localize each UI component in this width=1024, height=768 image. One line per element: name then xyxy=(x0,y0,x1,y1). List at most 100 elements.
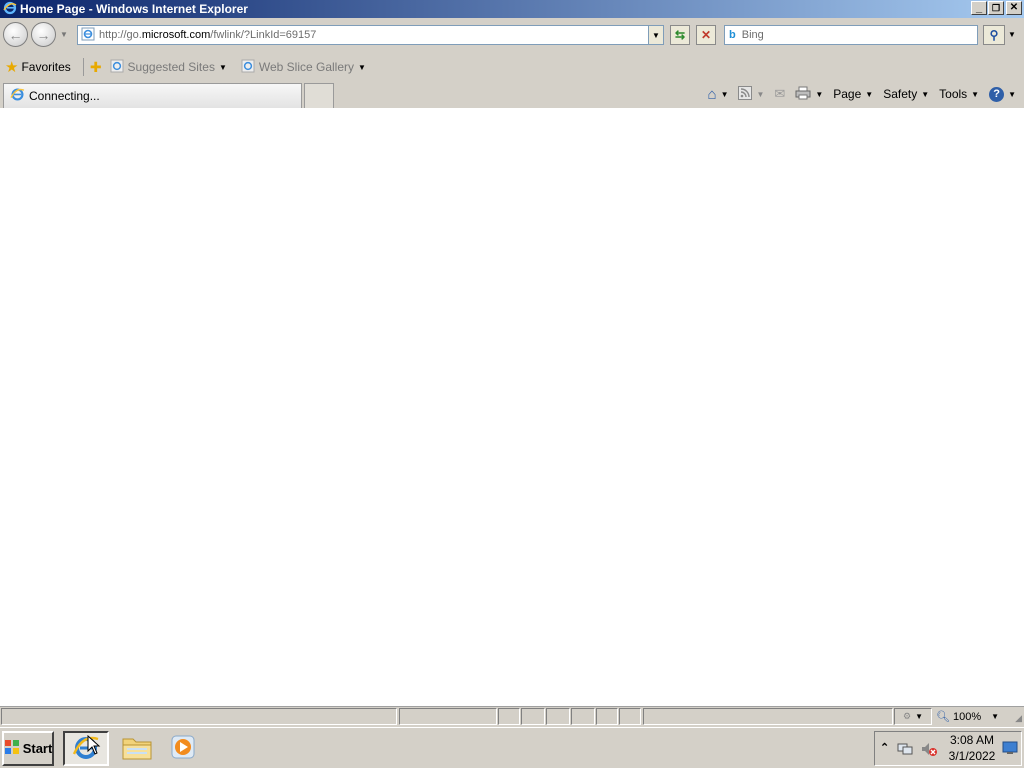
clock-time: 3:08 AM xyxy=(949,733,995,747)
tools-menu-button[interactable]: Tools ▼ xyxy=(939,87,979,101)
taskbar-windows-explorer[interactable] xyxy=(114,731,160,766)
ie-tab-icon xyxy=(10,87,25,105)
address-toolbar: ← → ▼ http://go.microsoft.com/fwlink/?Li… xyxy=(0,18,1024,54)
chevron-down-icon: ▼ xyxy=(971,89,980,99)
show-hidden-icons-button[interactable]: ⌃ xyxy=(880,741,889,754)
protected-mode-button[interactable]: ⚙ ▼ xyxy=(894,708,932,725)
url-domain: microsoft.com xyxy=(141,29,211,41)
chevron-down-icon: ▼ xyxy=(921,89,930,99)
favorites-label: Favorites xyxy=(21,60,71,74)
folder-icon xyxy=(121,733,153,764)
clock-date: 3/1/2022 xyxy=(948,749,996,763)
page-content-area[interactable] xyxy=(0,108,1024,706)
favorites-bar: ★ Favorites ✚ Suggested Sites ▼ Web Slic… xyxy=(0,54,1024,80)
stop-button[interactable]: ✕ xyxy=(696,25,716,45)
mail-icon: ✉ xyxy=(774,86,786,101)
address-dropdown-button[interactable]: ▼ xyxy=(648,26,663,44)
taskbar: Start ⌃ 3:08 AM 3/1/2022 xyxy=(0,727,1024,768)
status-pane xyxy=(619,708,641,725)
tools-menu-label: Tools xyxy=(939,87,968,101)
start-button[interactable]: Start xyxy=(2,731,54,766)
url-suffix: /fwlink/?LinkId=69157 xyxy=(210,29,317,41)
stop-icon: ✕ xyxy=(700,28,712,42)
chevron-down-icon: ▼ xyxy=(720,89,729,99)
magnifier-icon: ⚲ xyxy=(989,28,999,42)
add-favorite-star-icon: ✚ xyxy=(89,58,102,75)
mouse-cursor-icon xyxy=(87,734,101,758)
recent-pages-dropdown[interactable]: ▼ xyxy=(60,30,68,39)
ie-logo-icon xyxy=(3,1,17,18)
rss-feed-icon xyxy=(738,85,753,103)
chevron-down-icon: ▼ xyxy=(915,712,923,721)
browser-window: Home Page - Windows Internet Explorer _ … xyxy=(0,0,1024,727)
back-arrow-icon: ← xyxy=(8,26,23,43)
status-bar: ⚙ ▼ 🔍︎ 100% ▼ ◢ xyxy=(0,706,1024,725)
resize-grip[interactable]: ◢ xyxy=(1015,713,1022,724)
page-menu-label: Page xyxy=(833,87,862,101)
zoom-level: 100% xyxy=(952,710,982,723)
page-menu-button[interactable]: Page ▼ xyxy=(833,87,873,101)
close-button[interactable]: ✕ xyxy=(1006,1,1022,15)
minimize-button[interactable]: _ xyxy=(971,1,987,15)
safety-menu-button[interactable]: Safety ▼ xyxy=(883,87,929,101)
suggested-sites-button[interactable]: Suggested Sites ▼ xyxy=(110,59,227,76)
taskbar-media-player[interactable] xyxy=(160,731,206,766)
tab-connecting[interactable]: Connecting... xyxy=(3,83,302,108)
page-icon xyxy=(81,27,95,44)
chevron-down-icon: ▼ xyxy=(358,62,366,72)
star-icon: ★ xyxy=(5,59,19,76)
status-pane xyxy=(546,708,570,725)
forward-button[interactable]: → xyxy=(31,22,56,47)
refresh-icon: ⇆ xyxy=(674,28,686,42)
chevron-down-icon: ▼ xyxy=(218,62,227,72)
web-slice-gallery-button[interactable]: Web Slice Gallery ▼ xyxy=(241,59,366,76)
chevron-down-icon: ▼ xyxy=(1008,89,1016,99)
favbar-divider xyxy=(82,58,84,76)
address-bar[interactable]: http://go.microsoft.com/fwlink/?LinkId=6… xyxy=(77,25,664,45)
search-options-dropdown[interactable]: ▼ xyxy=(1008,30,1016,39)
tab-label: Connecting... xyxy=(29,89,100,103)
network-icon[interactable] xyxy=(897,741,913,760)
bing-logo-icon: b xyxy=(729,29,736,41)
status-pane xyxy=(571,708,595,725)
new-tab-button[interactable] xyxy=(304,83,334,108)
status-pane xyxy=(521,708,545,725)
back-button[interactable]: ← xyxy=(3,22,28,47)
home-icon: ⌂ xyxy=(707,85,717,103)
refresh-button[interactable]: ⇆ xyxy=(670,25,690,45)
home-button[interactable]: ⌂ ▼ xyxy=(708,86,729,103)
search-button[interactable]: ⚲ xyxy=(983,25,1005,45)
volume-muted-icon[interactable] xyxy=(920,741,938,760)
zoom-magnifier-icon: 🔍︎ xyxy=(936,711,950,723)
clock[interactable]: 3:08 AM 3/1/2022 xyxy=(946,732,998,764)
zoom-button[interactable]: 🔍︎ 100% ▼ xyxy=(936,708,999,725)
add-to-favorites-bar-button[interactable]: ✚ xyxy=(90,59,102,76)
window-title: Home Page - Windows Internet Explorer xyxy=(20,2,248,16)
media-player-icon xyxy=(169,733,197,764)
web-slice-gallery-label: Web Slice Gallery xyxy=(258,60,355,74)
web-slice-icon xyxy=(241,59,255,76)
search-placeholder: Bing xyxy=(741,29,764,41)
taskbar-internet-explorer[interactable] xyxy=(63,731,109,766)
feeds-button[interactable]: ▼ xyxy=(738,85,764,103)
chevron-down-icon: ▼ xyxy=(815,89,824,99)
search-input[interactable]: b Bing xyxy=(724,25,978,45)
suggested-sites-label: Suggested Sites xyxy=(127,60,215,74)
status-pane xyxy=(399,708,497,725)
chevron-down-icon: ▼ xyxy=(991,712,1000,721)
read-mail-button[interactable]: ✉ xyxy=(774,86,785,102)
url-prefix: http://go. xyxy=(99,29,142,41)
gear-icon: ⚙ xyxy=(903,711,912,721)
status-pane xyxy=(596,708,618,725)
url-text: http://go.microsoft.com/fwlink/?LinkId=6… xyxy=(99,29,316,41)
printer-icon xyxy=(795,86,811,103)
favorites-button[interactable]: ★ Favorites xyxy=(5,58,71,76)
title-bar[interactable]: Home Page - Windows Internet Explorer _ … xyxy=(0,0,1024,18)
restore-button[interactable]: ❐ xyxy=(988,1,1004,15)
chevron-down-icon: ▼ xyxy=(865,89,874,99)
help-button[interactable]: ? ▼ xyxy=(989,86,1016,102)
help-icon: ? xyxy=(989,86,1005,102)
command-bar: ⌂ ▼ ▼ ✉ ▼ Page ▼ Safety ▼ Tools ▼ ? ▼ xyxy=(698,84,1016,104)
print-button[interactable]: ▼ xyxy=(795,86,823,103)
show-desktop-icon[interactable] xyxy=(1002,740,1018,759)
